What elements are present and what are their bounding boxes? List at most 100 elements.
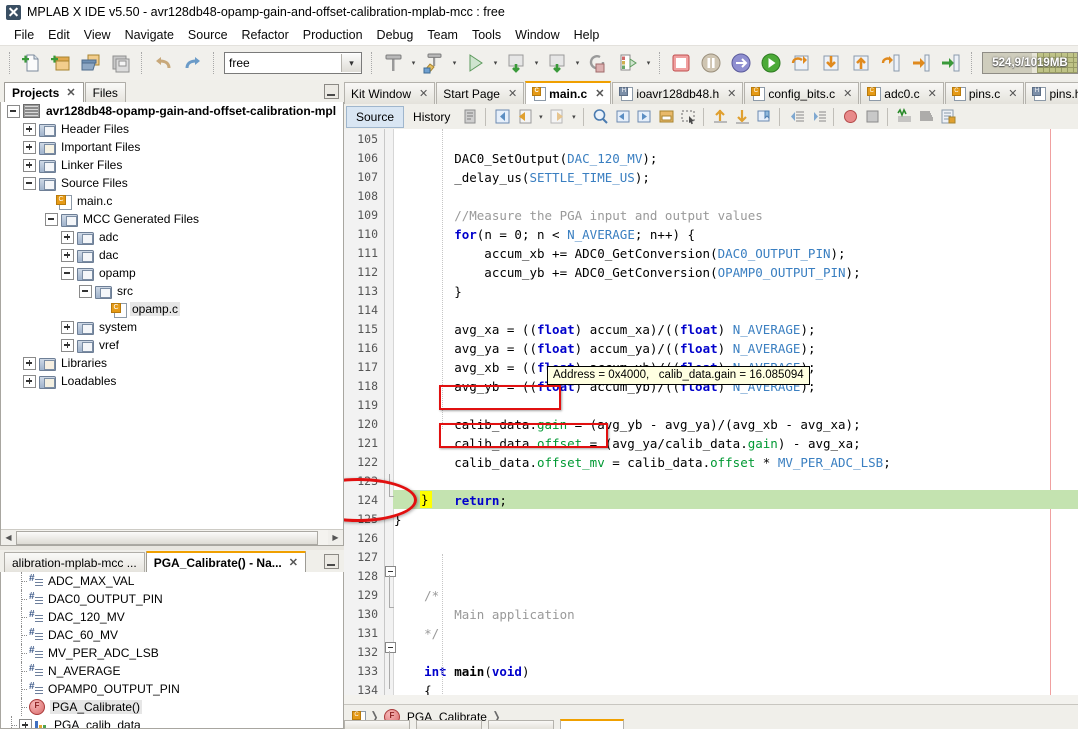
minimize-icon[interactable] — [324, 554, 339, 569]
focus-cursor-at-pc-icon[interactable] — [936, 49, 966, 77]
scroll-right-icon[interactable]: ▶ — [328, 530, 343, 545]
tree-item-opamp-c[interactable]: opamp.c — [1, 300, 343, 318]
tree-item-opamp[interactable]: opamp — [1, 264, 343, 282]
last-edit-icon[interactable] — [459, 106, 481, 128]
expand-toggle-icon[interactable] — [61, 248, 74, 262]
bottom-tab-active[interactable] — [560, 719, 624, 729]
menu-team[interactable]: Team — [420, 26, 465, 44]
tree-item-project-root[interactable]: avr128db48-opamp-gain-and-offset-calibra… — [1, 102, 343, 120]
previous-bookmark-icon[interactable] — [709, 106, 731, 128]
menu-tools[interactable]: Tools — [465, 26, 508, 44]
close-icon[interactable]: ✕ — [595, 87, 604, 100]
save-all-icon[interactable] — [106, 49, 136, 77]
collapse-toggle-icon[interactable] — [45, 212, 58, 226]
tree-item-system[interactable]: system — [1, 318, 343, 336]
redo-icon[interactable] — [178, 49, 208, 77]
start-macro-recording-icon[interactable] — [893, 106, 915, 128]
chevron-down-icon[interactable]: ▾ — [341, 54, 361, 72]
tree-item-src[interactable]: src — [1, 282, 343, 300]
reset-debug-icon[interactable] — [726, 49, 756, 77]
stop-icon[interactable] — [861, 106, 883, 128]
tab-files[interactable]: Files — [84, 82, 126, 102]
expand-toggle-icon[interactable] — [19, 718, 32, 728]
tree-item-important-files[interactable]: Important Files — [1, 138, 343, 156]
close-icon[interactable]: ✕ — [289, 556, 298, 569]
pause-icon[interactable] — [696, 49, 726, 77]
stop-macro-recording-icon[interactable] — [915, 106, 937, 128]
tree-item-linker-files[interactable]: Linker Files — [1, 156, 343, 174]
close-icon[interactable]: ✕ — [508, 87, 517, 100]
navigator-members-list[interactable]: ADC_MAX_VAL DAC0_OUTPUT_PIN DAC_120_MV — [0, 572, 344, 729]
menu-help[interactable]: Help — [567, 26, 607, 44]
editor-tab-pins-c[interactable]: pins.c ✕ — [944, 82, 1025, 104]
toggle-bookmark-icon[interactable] — [753, 106, 775, 128]
debug-project-icon[interactable] — [501, 49, 531, 77]
make-and-program-icon[interactable] — [542, 49, 572, 77]
close-icon[interactable]: ✕ — [419, 87, 428, 100]
editor-tab-adc0-c[interactable]: adc0.c ✕ — [860, 82, 944, 104]
next-edit-icon[interactable] — [546, 106, 568, 128]
project-tree-hscrollbar[interactable]: ◀ ▶ — [1, 529, 343, 545]
new-project-icon[interactable] — [46, 49, 76, 77]
close-icon[interactable]: ✕ — [843, 87, 852, 100]
chevron-down-icon-2[interactable]: ▾ — [568, 103, 579, 131]
expand-toggle-icon[interactable] — [23, 374, 36, 388]
editor-tab-config-bits-c[interactable]: config_bits.c ✕ — [744, 82, 860, 104]
expand-toggle-icon[interactable] — [23, 122, 36, 136]
run-project-icon[interactable] — [460, 49, 490, 77]
tree-item-libraries[interactable]: Libraries — [1, 354, 343, 372]
list-item-pga-calibrate[interactable]: F PGA_Calibrate() — [1, 698, 343, 716]
list-item-n-average[interactable]: N_AVERAGE — [1, 662, 343, 680]
tree-item-vref[interactable]: vref — [1, 336, 343, 354]
editor-tab-start-page[interactable]: Start Page ✕ — [436, 82, 525, 104]
menu-production[interactable]: Production — [296, 26, 370, 44]
list-item-dac0-output-pin[interactable]: DAC0_OUTPUT_PIN — [1, 590, 343, 608]
tree-item-loadables[interactable]: Loadables — [1, 372, 343, 390]
expand-toggle-icon[interactable] — [61, 338, 74, 352]
continue-icon[interactable] — [756, 49, 786, 77]
tab-navigator[interactable]: PGA_Calibrate() - Na... ✕ — [145, 551, 306, 572]
inspect-icon[interactable] — [937, 106, 959, 128]
run-to-cursor-icon[interactable] — [876, 49, 906, 77]
project-tree[interactable]: avr128db48-opamp-gain-and-offset-calibra… — [0, 102, 344, 546]
step-out-icon[interactable] — [846, 49, 876, 77]
collapse-toggle-icon[interactable] — [61, 266, 74, 280]
menu-source[interactable]: Source — [181, 26, 235, 44]
menu-debug[interactable]: Debug — [370, 26, 421, 44]
bottom-tab-3[interactable] — [488, 720, 554, 729]
list-item-opamp0-output-pin[interactable]: OPAMP0_OUTPUT_PIN — [1, 680, 343, 698]
bottom-tab-1[interactable] — [344, 720, 410, 729]
collapse-toggle-icon[interactable] — [7, 104, 20, 118]
menu-refactor[interactable]: Refactor — [235, 26, 296, 44]
editor-tab-ioavr128db48-h[interactable]: ioavr128db48.h ✕ — [612, 82, 744, 104]
expand-toggle-icon[interactable] — [61, 320, 74, 334]
memory-gauge[interactable]: 524,9/1019MB — [982, 52, 1078, 74]
fold-marks[interactable] — [385, 129, 396, 695]
tree-item-source-files[interactable]: Source Files — [1, 174, 343, 192]
build-project-icon[interactable] — [378, 49, 408, 77]
debug-dropdown-icon[interactable]: ▾ — [531, 49, 542, 77]
expand-toggle-icon[interactable] — [23, 158, 36, 172]
tab-project-properties[interactable]: alibration-mplab-mcc ... — [4, 552, 145, 572]
close-icon[interactable]: ✕ — [66, 86, 75, 99]
expand-toggle-icon[interactable] — [23, 356, 36, 370]
tab-projects[interactable]: Projects ✕ — [4, 82, 84, 102]
clean-and-build-icon[interactable] — [419, 49, 449, 77]
build-dropdown-icon[interactable]: ▾ — [408, 49, 419, 77]
set-pc-at-cursor-icon[interactable] — [906, 49, 936, 77]
menu-navigate[interactable]: Navigate — [118, 26, 181, 44]
configuration-combo[interactable]: free ▾ — [224, 52, 362, 74]
collapse-toggle-icon[interactable] — [79, 284, 92, 298]
clean-build-dropdown-icon[interactable]: ▾ — [449, 49, 460, 77]
tab-history[interactable]: History — [404, 107, 459, 127]
toggle-breakpoint-icon[interactable] — [839, 106, 861, 128]
find-previous-icon[interactable] — [611, 106, 633, 128]
hscroll-thumb[interactable] — [16, 531, 318, 545]
list-item-mv-per-adc-lsb[interactable]: MV_PER_ADC_LSB — [1, 644, 343, 662]
new-file-icon[interactable] — [16, 49, 46, 77]
collapse-toggle-icon[interactable] — [23, 176, 36, 190]
run-dropdown-icon[interactable]: ▾ — [490, 49, 501, 77]
menu-edit[interactable]: Edit — [41, 26, 77, 44]
expand-toggle-icon[interactable] — [61, 230, 74, 244]
close-icon[interactable]: ✕ — [1008, 87, 1017, 100]
